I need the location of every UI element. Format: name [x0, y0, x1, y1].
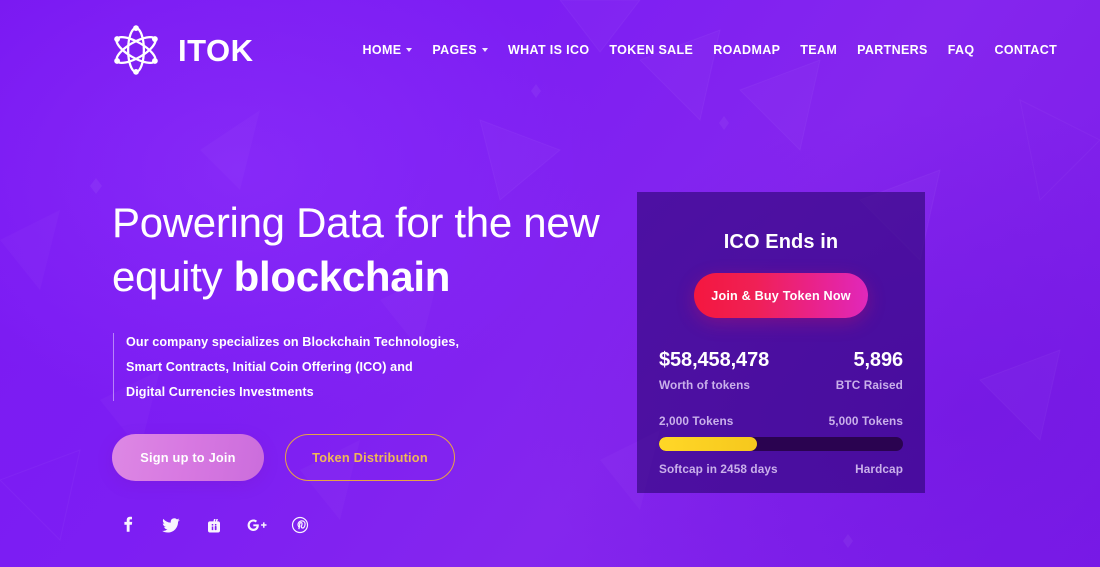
site-header: ITOK HOME PAGES WHAT IS ICO TOKEN SALE R… — [0, 0, 1100, 100]
hero-headline: Powering Data for the new equity blockch… — [112, 196, 617, 304]
nav-item-what-is-ico[interactable]: WHAT IS ICO — [498, 37, 599, 63]
chevron-down-icon — [406, 48, 413, 52]
nav-item-contact[interactable]: CONTACT — [984, 37, 1067, 63]
hero-description: Our company specializes on Blockchain Te… — [112, 330, 617, 405]
youtube-icon[interactable] — [203, 514, 225, 536]
description-line: Digital Currencies Investments — [126, 385, 314, 399]
token-cap-row: 2,000 Tokens 5,000 Tokens — [637, 414, 925, 428]
hero-button-group: Sign up to Join Token Distribution — [112, 434, 617, 481]
stat-btc-raised: 5,896 BTC Raised — [836, 349, 903, 392]
nav-item-faq[interactable]: FAQ — [938, 37, 985, 63]
pinterest-icon[interactable] — [289, 514, 311, 536]
cap-footer-row: Softcap in 2458 days Hardcap — [637, 462, 925, 476]
ico-progress-bar — [659, 437, 903, 451]
social-links — [112, 514, 617, 536]
hero-section: ITOK HOME PAGES WHAT IS ICO TOKEN SALE R… — [0, 0, 1100, 567]
stat-label: BTC Raised — [835, 378, 903, 392]
softcap-countdown-label: Softcap in 2458 days — [659, 462, 778, 476]
stat-label: Worth of tokens — [659, 378, 751, 392]
softcap-tokens-label: 2,000 Tokens — [659, 414, 734, 428]
stat-value: $58,458,478 — [659, 349, 770, 371]
description-line: Our company specializes on Blockchain Te… — [126, 335, 460, 349]
ico-card-title: ICO Ends in — [723, 231, 839, 253]
nav-item-label: FAQ — [947, 43, 975, 57]
hardcap-label: Hardcap — [855, 462, 903, 476]
chevron-down-icon — [482, 48, 488, 52]
facebook-icon[interactable] — [117, 514, 139, 536]
ico-countdown-card: ICO Ends in Join & Buy Token Now $58,458… — [637, 192, 925, 493]
nav-item-label: TEAM — [800, 43, 838, 57]
ico-progress-fill — [659, 437, 757, 451]
hero-content: Powering Data for the new equity blockch… — [112, 196, 617, 536]
headline-text-strong: blockchain — [233, 253, 451, 300]
hardcap-tokens-label: 5,000 Tokens — [828, 414, 903, 428]
nav-item-label: TOKEN SALE — [609, 43, 694, 57]
sign-up-to-join-button[interactable]: Sign up to Join — [112, 434, 264, 481]
nav-item-label: PAGES — [432, 43, 477, 57]
atom-icon — [114, 25, 158, 75]
nav-item-partners[interactable]: PARTNERS — [847, 37, 938, 63]
description-accent-rule — [113, 333, 114, 401]
nav-item-pages[interactable]: PAGES — [422, 37, 498, 63]
stat-worth-of-tokens: $58,458,478 Worth of tokens — [659, 349, 769, 392]
ico-stats-row: $58,458,478 Worth of tokens 5,896 BTC Ra… — [637, 349, 925, 392]
brand-logo-link[interactable]: ITOK — [108, 22, 254, 78]
nav-item-home[interactable]: HOME — [353, 37, 423, 63]
twitter-icon[interactable] — [160, 514, 182, 536]
description-line: Smart Contracts, Initial Coin Offering (… — [126, 360, 413, 374]
join-and-buy-token-button[interactable]: Join & Buy Token Now — [694, 273, 868, 318]
nav-item-team[interactable]: TEAM — [790, 37, 847, 63]
nav-item-label: CONTACT — [994, 43, 1058, 57]
nav-item-roadmap[interactable]: ROADMAP — [703, 37, 790, 63]
google-plus-icon[interactable] — [246, 514, 268, 536]
nav-item-label: ROADMAP — [713, 43, 781, 57]
stat-value: 5,896 — [853, 349, 903, 371]
token-distribution-button[interactable]: Token Distribution — [285, 434, 455, 481]
brand-name: ITOK — [178, 32, 254, 68]
nav-item-label: HOME — [362, 43, 402, 57]
main-navigation: HOME PAGES WHAT IS ICO TOKEN SALE ROADMA… — [353, 37, 1068, 63]
nav-item-token-sale[interactable]: TOKEN SALE — [599, 37, 703, 63]
nav-item-label: WHAT IS ICO — [508, 43, 590, 57]
nav-item-label: PARTNERS — [857, 43, 928, 57]
